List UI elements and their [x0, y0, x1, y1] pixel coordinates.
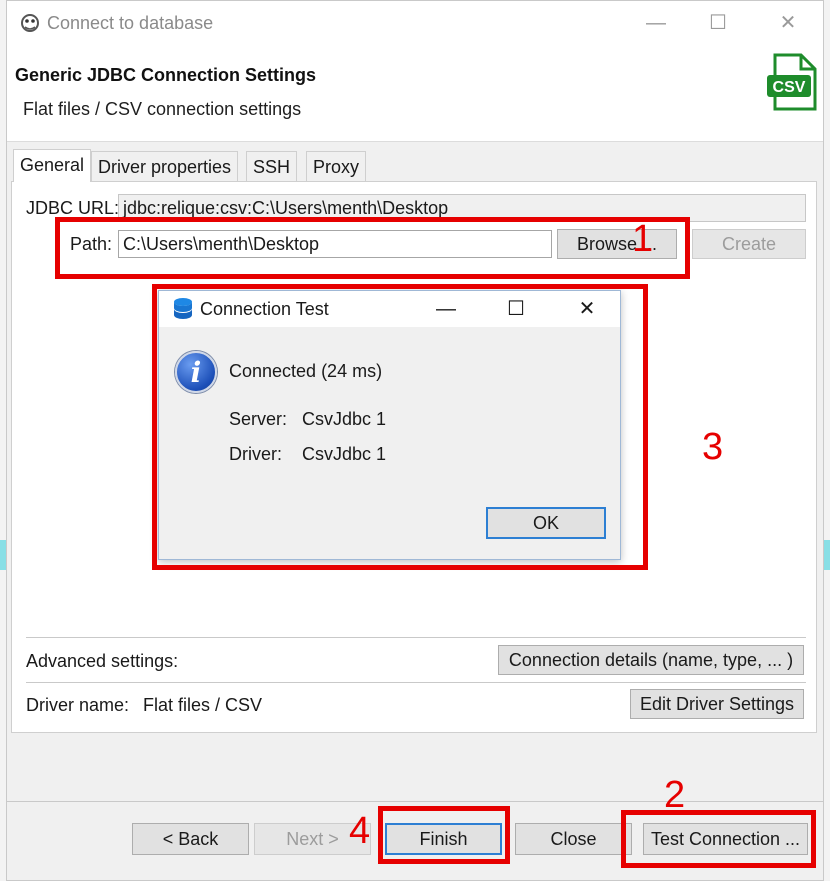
annotation-number-3: 3	[702, 426, 724, 468]
advanced-settings-label: Advanced settings:	[26, 651, 179, 671]
create-button[interactable]: Create	[692, 229, 806, 259]
header-divider	[7, 141, 823, 142]
annotation-number-4: 4	[349, 810, 371, 852]
edit-driver-settings-button[interactable]: Edit Driver Settings	[630, 689, 804, 719]
title-bar: Connect to database — ☐ ✕	[7, 1, 823, 45]
background-window-edge-right	[824, 0, 830, 881]
close-window-button[interactable]: ✕	[765, 7, 811, 39]
tab-driver-properties[interactable]: Driver properties	[91, 151, 239, 181]
driver-name-label: Driver name:	[26, 695, 130, 715]
jdbc-url-label: JDBC URL:	[26, 198, 120, 218]
minimize-button[interactable]: —	[633, 7, 679, 39]
wizard-header: Generic JDBC Connection Settings Flat fi…	[7, 45, 823, 141]
maximize-button[interactable]: ☐	[695, 7, 741, 39]
tab-general[interactable]: General	[13, 149, 92, 182]
driver-divider	[26, 682, 806, 683]
annotation-number-1: 1	[632, 218, 654, 260]
page-subtitle: Flat files / CSV connection settings	[23, 99, 302, 119]
page-title: Generic JDBC Connection Settings	[15, 65, 317, 85]
tab-ssh[interactable]: SSH	[246, 151, 298, 181]
annotation-box-4	[378, 806, 510, 864]
driver-name-value: Flat files / CSV	[143, 695, 263, 715]
app-beaver-icon	[19, 12, 41, 34]
footer-divider	[7, 801, 823, 802]
annotation-box-3	[152, 284, 648, 570]
back-button[interactable]: < Back	[132, 823, 249, 855]
background-highlight-right	[824, 540, 830, 570]
csv-file-icon: CSV	[765, 53, 817, 111]
annotation-box-2	[621, 810, 816, 868]
tab-proxy[interactable]: Proxy	[306, 151, 367, 181]
window-title: Connect to database	[47, 13, 214, 33]
annotation-box-1	[55, 217, 690, 279]
csv-icon-label: CSV	[773, 79, 806, 96]
advanced-divider	[26, 637, 806, 638]
connection-details-button[interactable]: Connection details (name, type, ... )	[498, 645, 804, 675]
close-button[interactable]: Close	[515, 823, 632, 855]
annotation-number-2: 2	[664, 774, 686, 816]
